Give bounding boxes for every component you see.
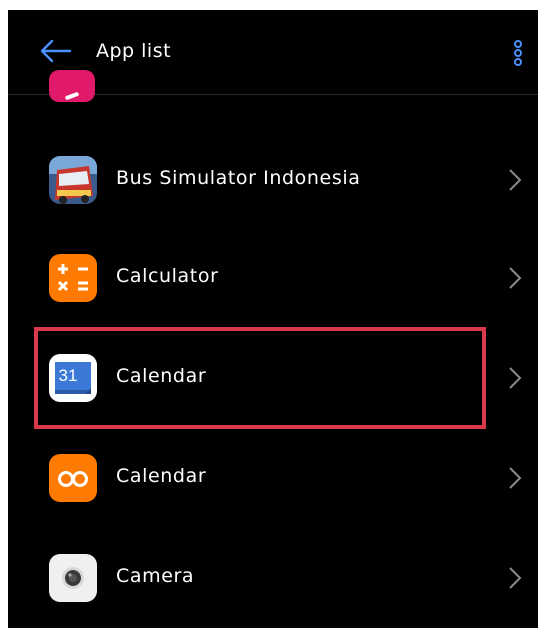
app-list-screen: App list Bus Simulator Indonesia Calcula…	[8, 10, 538, 628]
selection-highlight-box	[34, 327, 486, 429]
app-label: Calendar	[116, 465, 207, 487]
camera-icon	[49, 554, 97, 602]
more-vertical-icon[interactable]	[506, 40, 530, 66]
chevron-right-icon	[509, 567, 522, 589]
app-label: Calculator	[116, 265, 219, 287]
list-item-calculator[interactable]: Calculator	[8, 228, 538, 328]
app-label: Bus Simulator Indonesia	[116, 167, 361, 189]
page-title: App list	[96, 40, 172, 62]
list-item-bus-simulator[interactable]: Bus Simulator Indonesia	[8, 130, 538, 230]
chevron-right-icon	[509, 367, 522, 389]
chevron-right-icon	[509, 169, 522, 191]
list-item-calendar[interactable]: Calendar	[8, 428, 538, 528]
list-item-camera[interactable]: Camera	[8, 528, 538, 628]
app-label: Camera	[116, 565, 195, 587]
bus-simulator-icon	[49, 156, 97, 204]
chevron-right-icon	[509, 267, 522, 289]
arrow-left-icon[interactable]	[38, 38, 72, 64]
infinity-calendar-icon	[49, 454, 97, 502]
chevron-right-icon	[509, 467, 522, 489]
calculator-icon	[49, 254, 97, 302]
